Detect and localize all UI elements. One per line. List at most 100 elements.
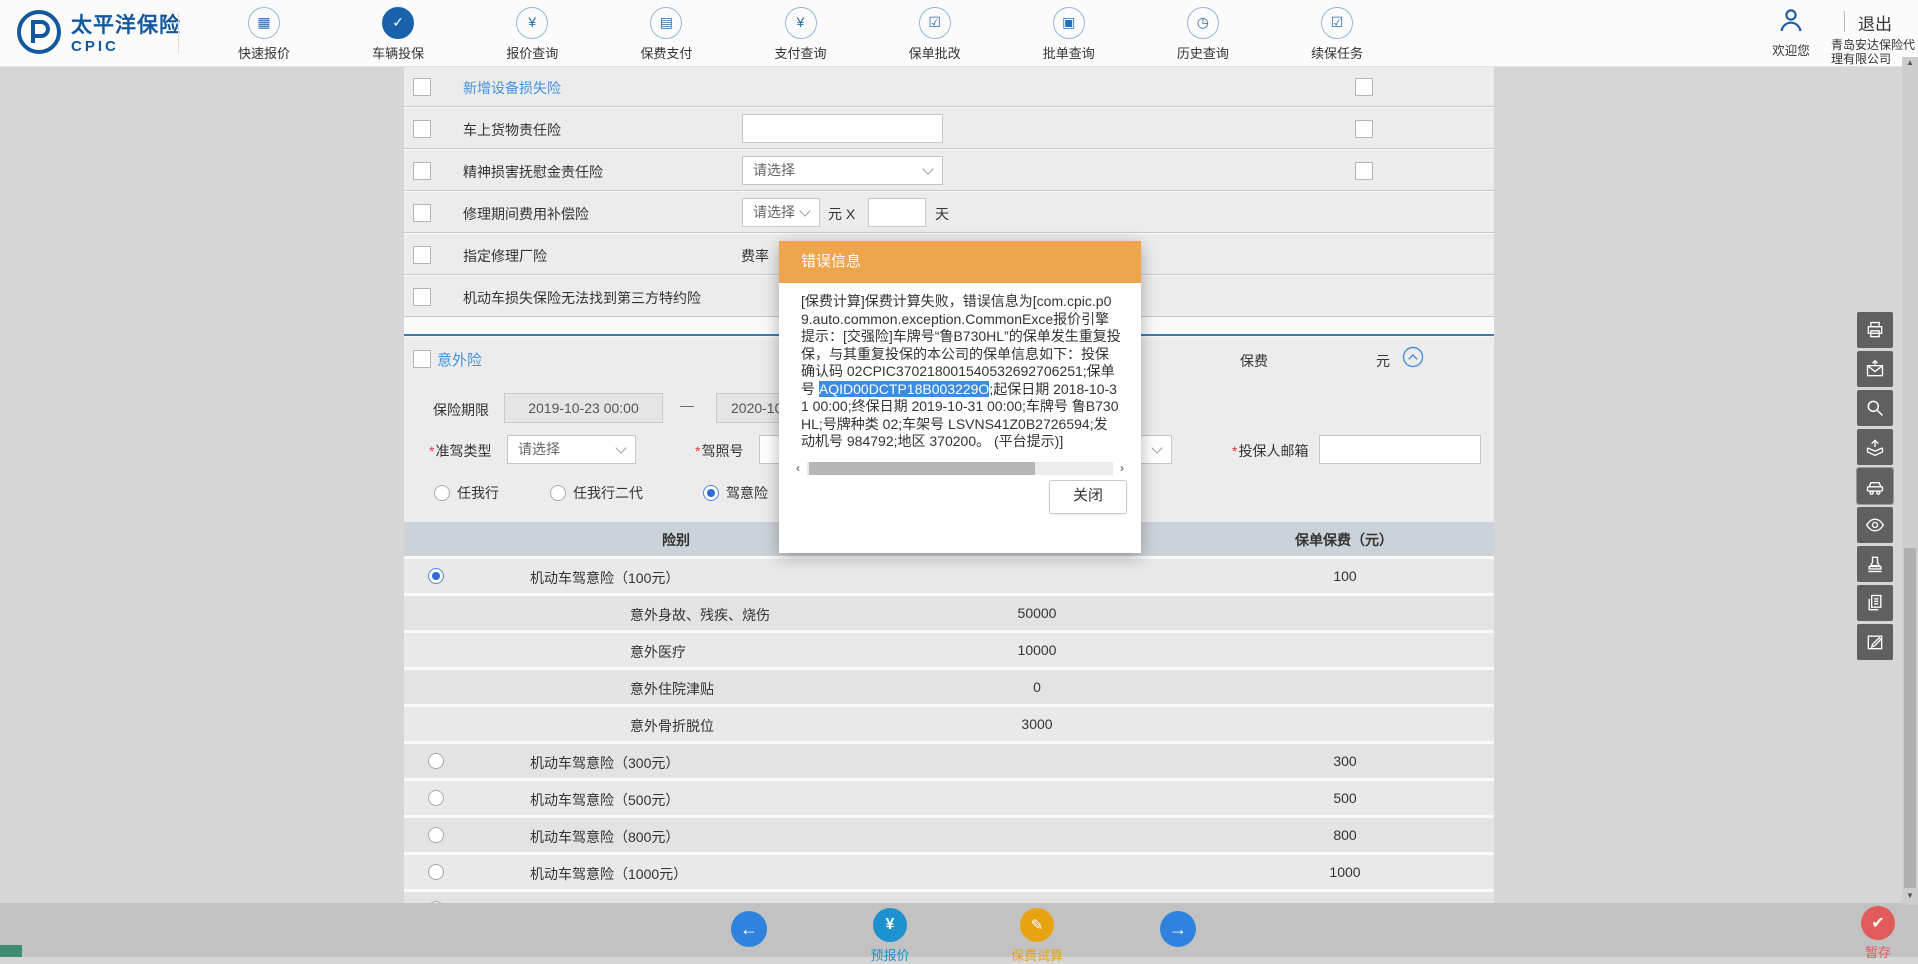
nav-icon: ☑ <box>1321 7 1353 39</box>
unit-label: 天 <box>935 206 949 222</box>
scroll-down-icon[interactable]: ▼ <box>1903 891 1917 900</box>
close-button[interactable]: 关闭 <box>1049 480 1127 514</box>
brand-abbr: CPIC <box>71 38 119 55</box>
accident-title-link[interactable]: 意外险 <box>437 349 482 370</box>
nav-item[interactable]: ▦ 快速报价 <box>222 7 306 62</box>
amount-select[interactable]: 请选择 <box>742 198 820 227</box>
coverage-checkbox[interactable] <box>413 204 431 222</box>
collapse-icon[interactable] <box>1402 346 1424 368</box>
top-nav: 太平洋保险 CPIC ▦ 快速报价 ✓ 车辆投保 ¥ 报价查询 ▤ 保费支付 ¥… <box>0 0 1918 67</box>
coverage-checkbox-right[interactable] <box>1355 162 1373 180</box>
back-button[interactable]: ← <box>731 911 767 947</box>
radio-icon <box>550 485 566 501</box>
coverage-link[interactable]: 新增设备损失险 <box>463 78 561 98</box>
table-row: 意外身故、残疾、烧伤 50000 <box>404 596 1494 630</box>
row-label: 机动车驾意险（1000元） <box>530 866 688 882</box>
save-draft-button[interactable]: ✔ <box>1861 906 1895 940</box>
period-start-input[interactable]: 2019-10-23 00:00 <box>504 393 663 423</box>
nav-icon: ▦ <box>248 7 280 39</box>
documents-button[interactable] <box>1857 585 1893 621</box>
nav-icon: ☑ <box>918 7 951 39</box>
page-scrollbar-thumb[interactable] <box>1904 548 1916 888</box>
dialog-message: [保费计算]保费计算失败，错误信息为[com.cpic.p09.auto.com… <box>801 293 1121 449</box>
coverage-checkbox[interactable] <box>413 78 431 96</box>
nav-label: 续保任务 <box>1310 46 1363 61</box>
stamp-button[interactable] <box>1857 546 1893 582</box>
rate-label: 费率 <box>741 248 769 264</box>
forward-button[interactable]: → <box>1160 911 1196 947</box>
coverage-checkbox[interactable] <box>413 246 431 264</box>
nav-item[interactable]: ☑ 保单批改 <box>893 7 977 62</box>
row-value-right: 300 <box>1333 753 1357 769</box>
scroll-left-icon[interactable]: ‹ <box>791 460 805 476</box>
coverage-row: 修理期间费用补偿险 请选择 元 X 天 <box>404 192 1494 233</box>
row-radio[interactable] <box>428 864 444 880</box>
nav-label: 历史查询 <box>1176 46 1229 61</box>
period-separator: — <box>680 397 694 413</box>
email-input[interactable] <box>1319 435 1481 464</box>
row-value-center: 0 <box>1033 679 1041 695</box>
nav-item[interactable]: ✓ 车辆投保 <box>356 7 440 62</box>
row-radio[interactable] <box>428 827 444 843</box>
coverage-checkbox[interactable] <box>413 120 431 138</box>
plan-radio[interactable]: 任我行 <box>434 483 499 503</box>
coverage-label: 机动车损失保险无法找到第三方特约险 <box>463 290 701 306</box>
premium-trial-button[interactable]: ✎ <box>1020 908 1054 942</box>
row-radio[interactable] <box>428 790 444 806</box>
mail-button[interactable] <box>1857 351 1893 387</box>
nav-icon: ◷ <box>1186 7 1219 39</box>
col-premium: 保单保费（元） <box>1295 532 1393 548</box>
nav-item[interactable]: ◷ 历史查询 <box>1161 7 1245 62</box>
nav-item[interactable]: ▤ 保费支付 <box>624 7 708 62</box>
vehicle-button[interactable] <box>1856 467 1894 505</box>
cpic-logo[interactable]: 太平洋保险 CPIC <box>16 9 181 60</box>
license-label: *驾照号 <box>695 443 744 459</box>
highlighted-policy-no: AQID00DCTP18B003229O <box>818 380 990 397</box>
row-value-right: 800 <box>1333 827 1357 843</box>
save-check-icon: ✔ <box>1871 915 1885 932</box>
welcome-text: 欢迎您 <box>1772 44 1810 58</box>
nav-icon: ▣ <box>1052 7 1085 39</box>
export-button[interactable] <box>1857 429 1893 465</box>
drive-type-select[interactable]: 请选择 <box>507 435 636 464</box>
coverage-checkbox[interactable] <box>413 288 431 306</box>
prequote-icon: ¥ <box>885 916 895 933</box>
nav-item[interactable]: ¥ 支付查询 <box>759 7 843 62</box>
table-row: 意外住院津贴 0 <box>404 670 1494 704</box>
search-button[interactable] <box>1857 390 1893 426</box>
amount-input[interactable] <box>742 114 943 143</box>
scroll-up-icon[interactable]: ▲ <box>1903 58 1917 67</box>
nav-icon: ▤ <box>650 7 683 39</box>
nav-item[interactable]: ¥ 报价查询 <box>490 7 574 62</box>
table-row: 意外骨折脱位 3000 <box>404 707 1494 741</box>
table-row: 机动车驾意险（300元） 300 <box>404 744 1494 778</box>
logout-button[interactable]: 退出 <box>1858 10 1892 35</box>
prequote-button[interactable]: ¥ <box>873 908 907 942</box>
nav-label: 批单查询 <box>1042 46 1095 61</box>
hscroll-track[interactable] <box>807 461 1113 475</box>
coverage-checkbox[interactable] <box>413 162 431 180</box>
scroll-right-icon[interactable]: › <box>1115 460 1129 476</box>
row-radio[interactable] <box>428 753 444 769</box>
row-label: 机动车驾意险（300元） <box>530 755 680 771</box>
nav-item[interactable]: ☑ 续保任务 <box>1295 7 1379 62</box>
hscroll-thumb[interactable] <box>809 461 1036 475</box>
table-row: 机动车驾意险（500元） 500 <box>404 781 1494 815</box>
accident-checkbox[interactable] <box>413 350 431 368</box>
row-label: 意外医疗 <box>630 644 686 660</box>
print-button[interactable] <box>1857 312 1893 348</box>
days-input[interactable] <box>868 198 926 227</box>
nav-icon: ✓ <box>382 7 415 39</box>
premium-unit: 元 <box>1376 353 1390 369</box>
nav-item[interactable]: ▣ 批单查询 <box>1027 7 1111 62</box>
view-button[interactable] <box>1857 507 1893 543</box>
row-radio[interactable] <box>428 568 444 584</box>
coverage-checkbox-right[interactable] <box>1355 78 1373 96</box>
amount-select[interactable]: 请选择 <box>742 156 943 185</box>
row-label: 意外身故、残疾、烧伤 <box>630 607 770 623</box>
plan-radio[interactable]: 任我行二代 <box>550 483 643 503</box>
coverage-checkbox-right[interactable] <box>1355 120 1373 138</box>
table-row: 机动车驾意险（800元） 800 <box>404 818 1494 852</box>
plan-radio[interactable]: 驾意险 <box>703 483 768 503</box>
edit-button[interactable] <box>1857 624 1893 660</box>
